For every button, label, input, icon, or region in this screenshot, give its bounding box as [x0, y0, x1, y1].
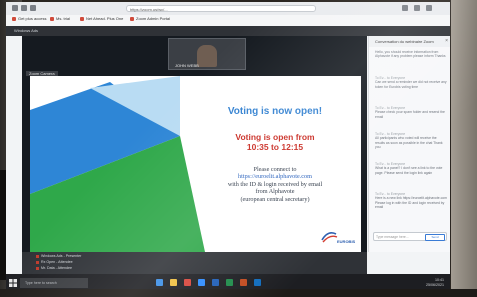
slide-body-line-1: Please connect to	[253, 166, 297, 173]
address-bar[interactable]: https://zoom.us/wc/...	[126, 5, 316, 12]
chat-message: To Ev... to Everyone All participants wh…	[375, 132, 443, 149]
slide-red-line-2: 10:35 to 12:15	[246, 142, 304, 152]
participant-item[interactable]: Rx Open - Attendee	[36, 260, 73, 264]
logo-text: EUROBIS	[337, 239, 356, 244]
word-icon[interactable]	[212, 279, 219, 286]
taskbar-search[interactable]: Type here to search	[20, 278, 88, 288]
monitor-bezel-bottom	[0, 289, 477, 297]
reload-icon[interactable]	[30, 5, 36, 11]
chat-message: To Ev... to Everyone Please check your s…	[375, 106, 445, 119]
chat-panel: Conversation du webinaire Zoom × Hello, …	[368, 36, 450, 252]
menu-icon[interactable]	[414, 5, 420, 11]
extensions-icon[interactable]	[402, 5, 408, 11]
slide-body-line-3: from Alphavote	[255, 188, 295, 196]
camera-label: JOHN WEBB	[175, 63, 199, 68]
bookmark-item[interactable]: Net Ahead. Plus One	[80, 16, 123, 21]
chat-close-icon[interactable]: ×	[445, 38, 448, 44]
chat-message: To Ev... to Everyone Here is a new link …	[375, 192, 447, 209]
meeting-top-strip: Windows Ads	[6, 26, 450, 36]
bookmark-item[interactable]: Zoom Admin Portal	[130, 16, 170, 21]
camera-thumbnail[interactable]: JOHN WEBB	[168, 38, 246, 70]
chat-message: To Ev... to Everyone Can we send a remin…	[375, 76, 447, 89]
photo: https://zoom.us/wc/... Get plus access M…	[0, 0, 477, 297]
slide-vote-link: https://euroelit.alphavote.com	[238, 173, 312, 181]
powerpoint-icon[interactable]	[240, 279, 247, 286]
slide-body-line-4: (european central secretary)	[240, 195, 310, 203]
close-icon[interactable]	[426, 5, 432, 11]
folder-icon[interactable]	[170, 279, 177, 286]
participant-list: Windows Ads - Presenter Rx Open - Attend…	[22, 252, 367, 274]
meeting-top-label: Windows Ads	[14, 28, 39, 33]
bookmark-item[interactable]: Get plus access	[12, 16, 46, 21]
start-icon[interactable]	[9, 279, 17, 287]
speaker-silhouette	[197, 45, 217, 67]
taskbar-clock[interactable]: 10:41 25/06/2021	[426, 278, 444, 288]
send-button[interactable]: Send	[425, 234, 445, 241]
monitor-bezel-right	[451, 0, 477, 297]
outlook-icon[interactable]	[254, 279, 261, 286]
slide-voting-window: Voting is open from 10:35 to 12:15	[200, 132, 350, 152]
chrome-icon[interactable]	[184, 279, 191, 286]
chat-message: To Ev... to Everyone What is a panel? I …	[375, 162, 443, 175]
slide-background-shapes	[30, 76, 205, 252]
slide-red-line-1: Voting is open from	[235, 132, 315, 142]
excel-icon[interactable]	[226, 279, 233, 286]
bookmarks-bar: Get plus access Ms. trial Net Ahead. Plu…	[6, 15, 450, 26]
clock-date: 25/06/2021	[426, 283, 444, 287]
shared-screen-area: JOHN WEBB Zoom Camera Voting is now open…	[22, 36, 367, 252]
back-icon[interactable]	[12, 5, 18, 11]
slide-instructions: Please connect to https://euroelit.alpha…	[200, 166, 350, 203]
edge-icon[interactable]	[156, 279, 163, 286]
participant-item[interactable]: Mr. Data - Attendee	[36, 266, 72, 270]
presentation-slide: Voting is now open! Voting is open from …	[30, 76, 361, 252]
chat-title: Conversation du webinaire Zoom	[369, 36, 450, 47]
forward-icon[interactable]	[21, 5, 27, 11]
zoom-icon[interactable]	[198, 279, 205, 286]
slide-body-line-2: with the ID & login received by email	[227, 180, 323, 188]
participant-item[interactable]: Windows Ads - Presenter	[36, 254, 81, 258]
chat-message: Hello, you should receive information fr…	[375, 50, 446, 59]
slide-title: Voting is now open!	[227, 106, 323, 117]
monitor-screen: https://zoom.us/wc/... Get plus access M…	[6, 2, 450, 292]
browser-toolbar: https://zoom.us/wc/...	[6, 2, 450, 16]
bookmark-item[interactable]: Ms. trial	[50, 16, 70, 21]
